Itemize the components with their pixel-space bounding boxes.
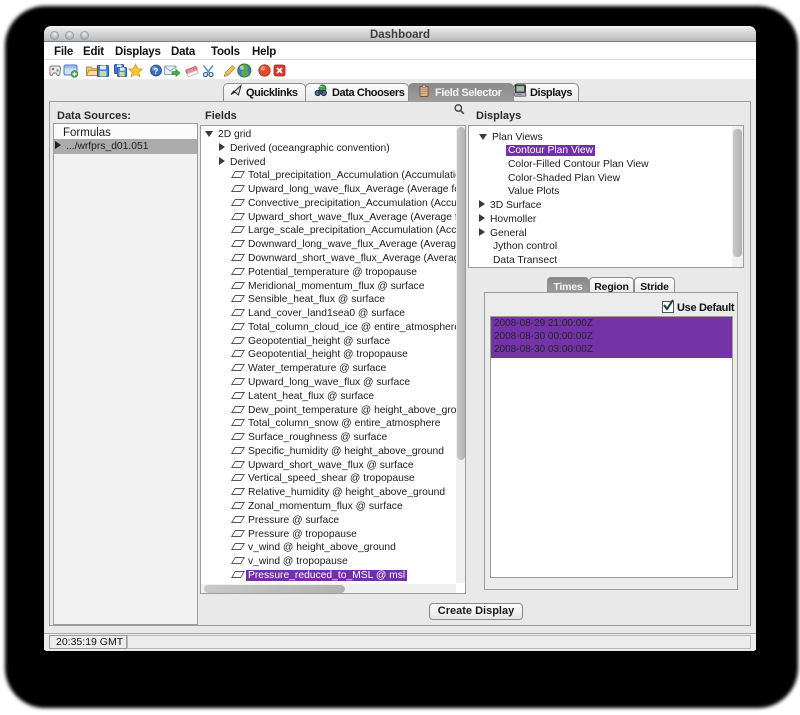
- svg-text:?: ?: [154, 67, 159, 76]
